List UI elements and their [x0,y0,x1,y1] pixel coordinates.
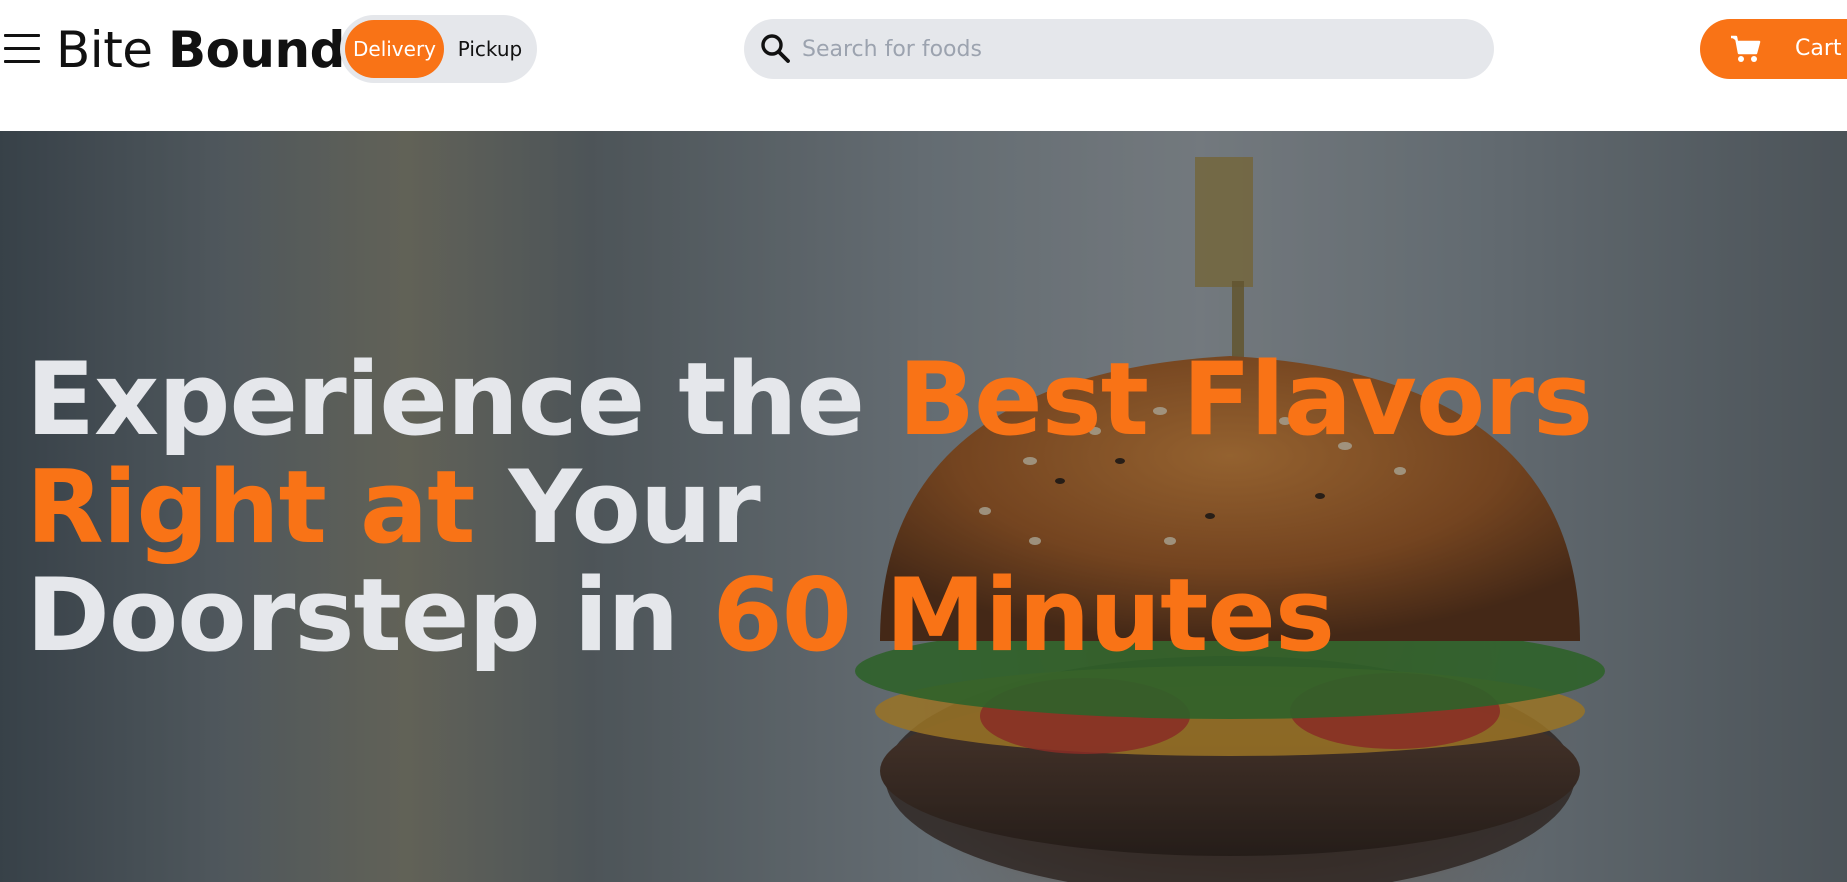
pickup-option[interactable]: Pickup [450,20,530,78]
search-bar [744,19,1494,79]
logo-text-part1: Bite [56,21,153,79]
cart-label: Cart [1795,36,1842,61]
headline-line-1: Experience the Best Flavors [26,345,1593,453]
hero-banner: Experience the Best Flavors Right at You… [0,131,1847,882]
brand-logo[interactable]: Bite Bound [56,20,345,80]
top-navbar: Bite Bound Delivery Pickup Cart [0,0,1847,131]
headline-line-3: Doorstep in 60 Minutes [26,561,1526,669]
hamburger-menu-icon[interactable] [4,32,40,66]
delivery-option[interactable]: Delivery [345,20,444,78]
search-input[interactable] [802,19,1472,79]
hero-headline: Experience the Best Flavors Right at You… [26,345,1593,669]
headline-line-2-accent: Right at [26,448,475,566]
headline-line-2: Right at Your [26,453,1526,561]
cart-icon [1731,35,1761,62]
headline-line-3-white: Doorstep in [26,556,679,674]
delivery-pickup-toggle: Delivery Pickup [340,15,537,83]
search-icon[interactable] [758,31,794,67]
headline-line-1-white: Experience the [26,340,865,458]
logo-text-part2: Bound [167,21,345,79]
headline-line-3-accent: 60 Minutes [712,556,1335,674]
cart-button[interactable]: Cart [1700,19,1847,79]
headline-line-1-accent: Best Flavors [898,340,1593,458]
headline-line-2-white: Your [508,448,761,566]
